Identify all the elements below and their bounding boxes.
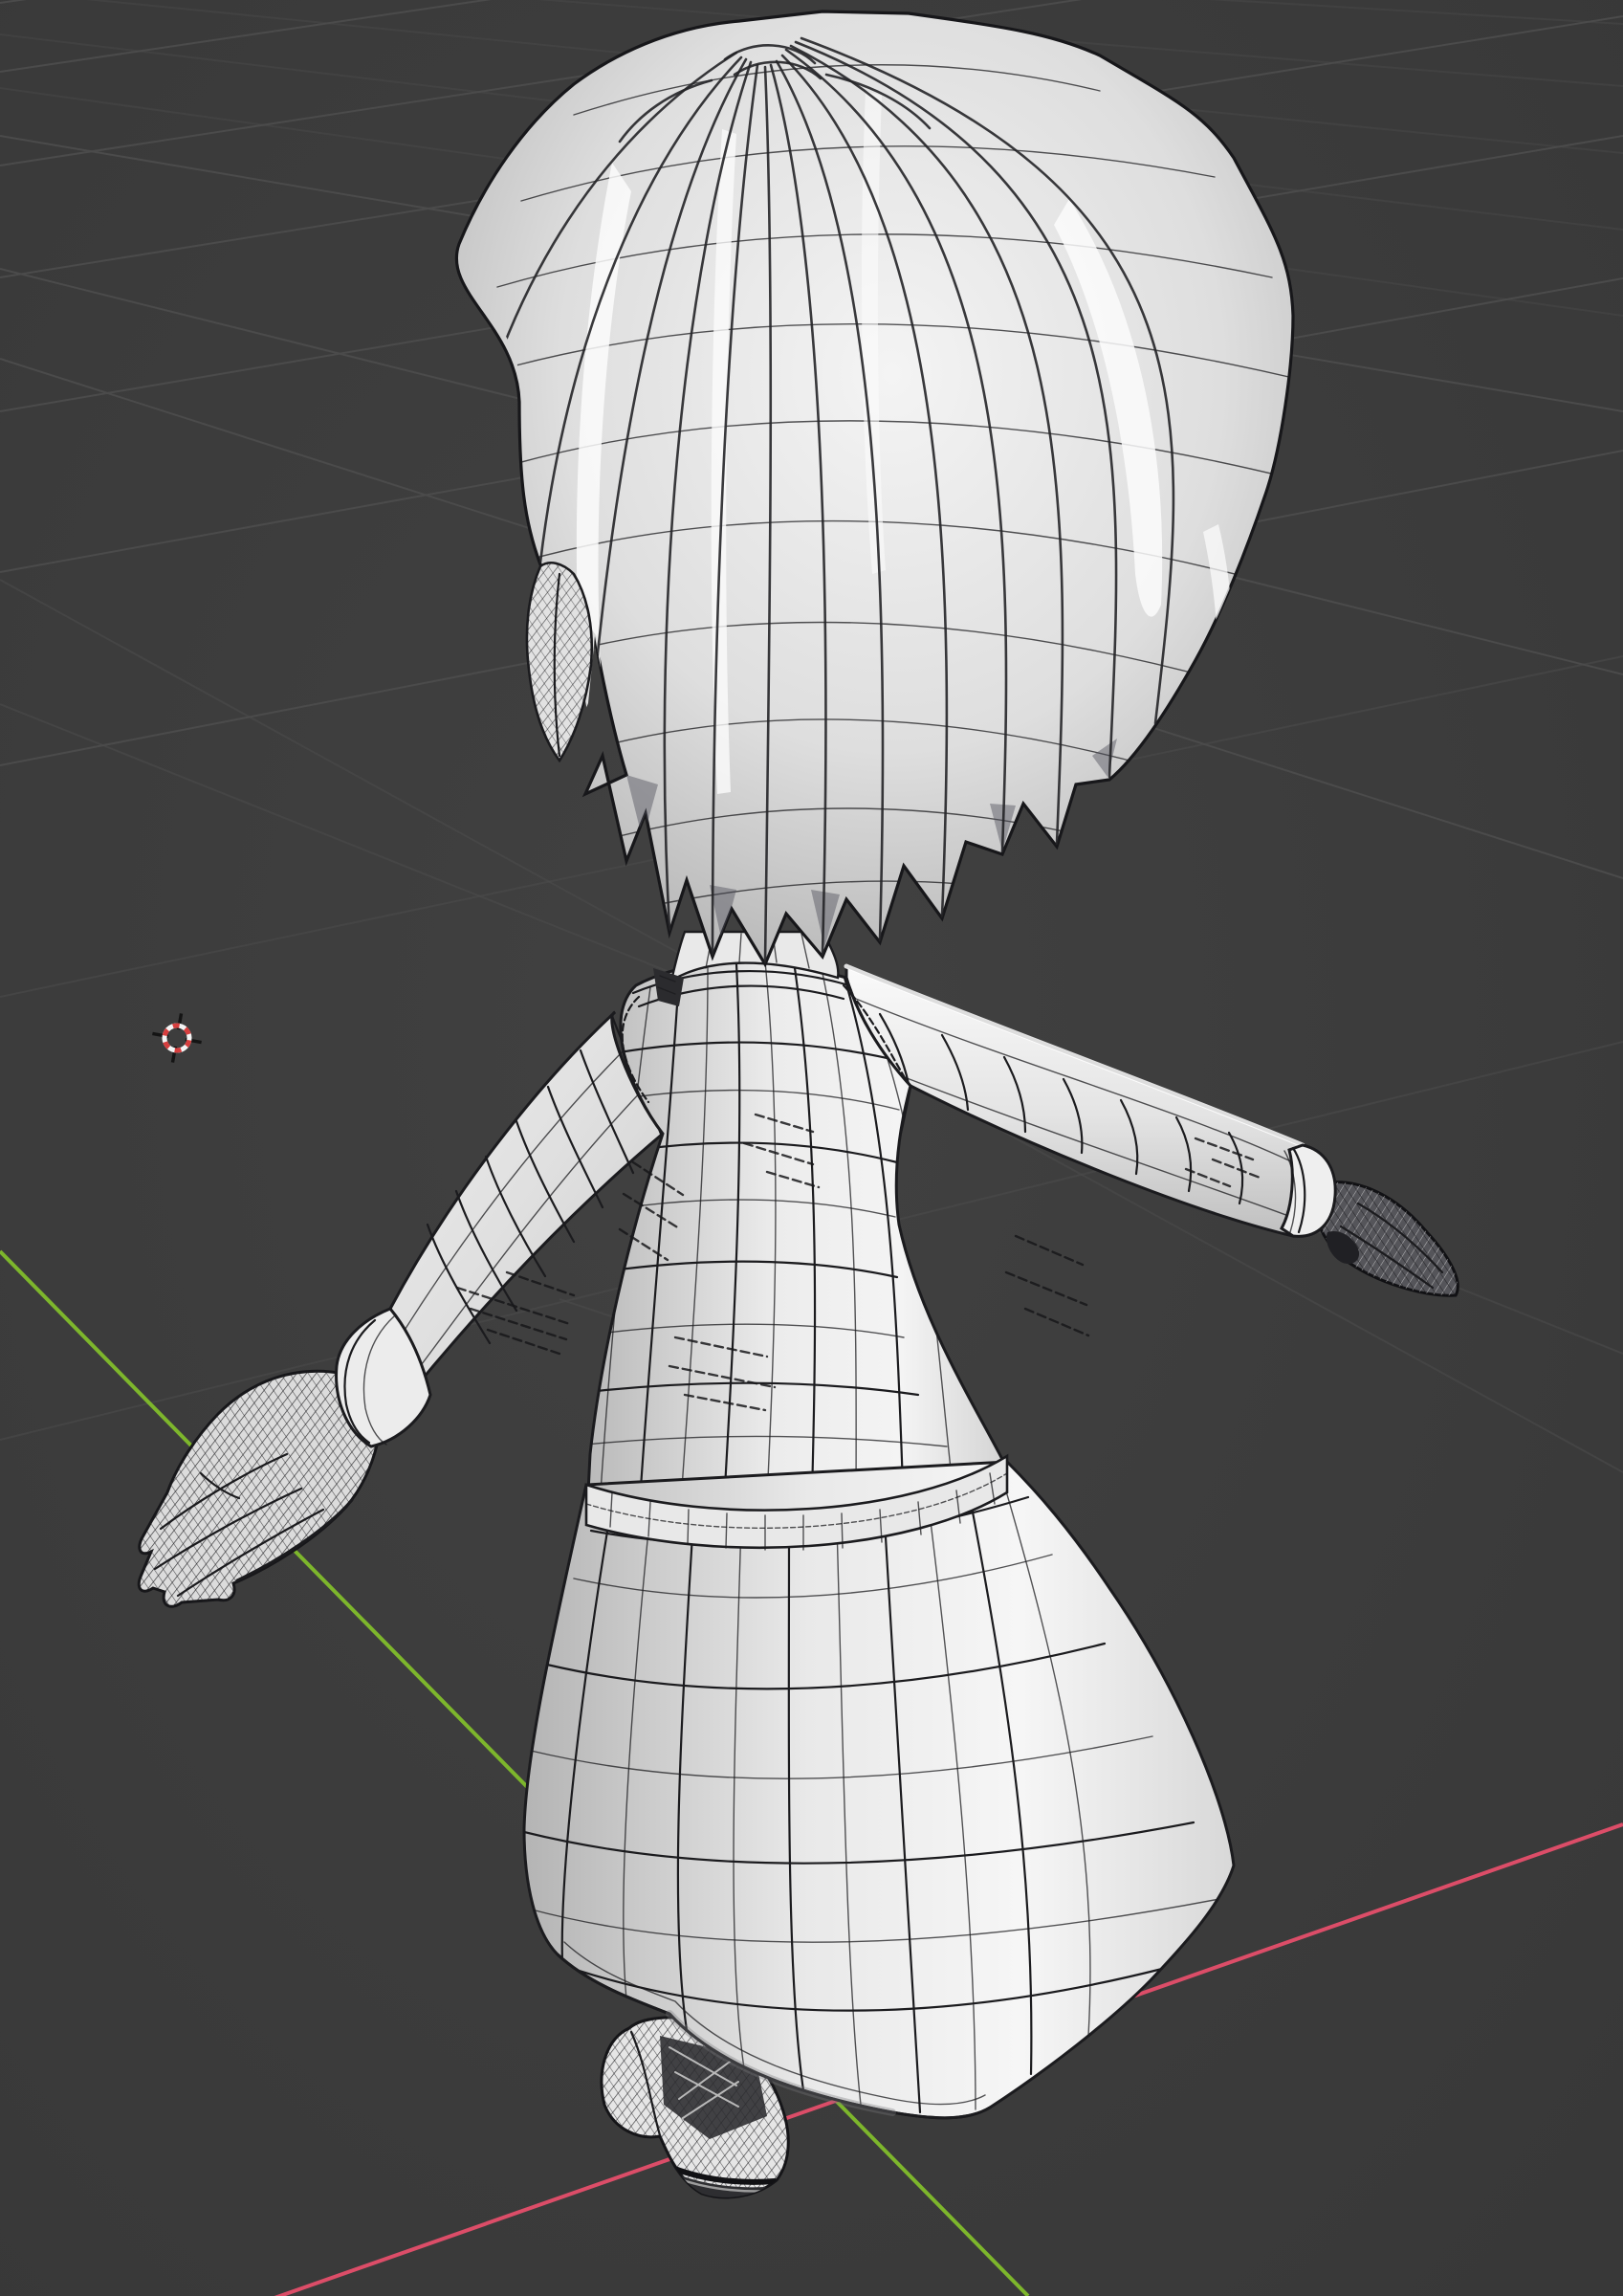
blender-3d-viewport[interactable] (0, 0, 1623, 2296)
